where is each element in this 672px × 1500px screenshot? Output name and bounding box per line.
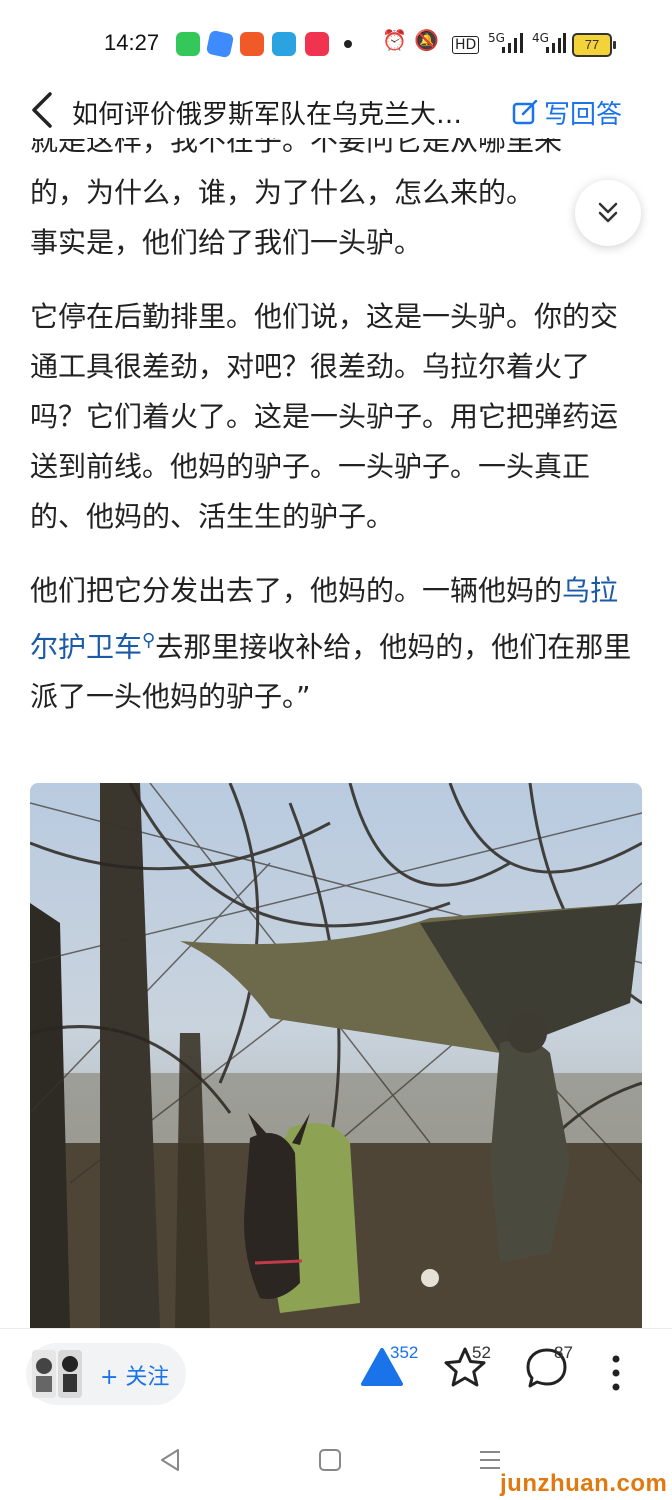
top-header: 如何评价俄罗斯军队在乌克兰大… 写回答 [0,88,672,138]
browser-icon [205,29,235,59]
upvote-count: 352 [390,1343,419,1362]
write-answer-button[interactable]: 写回答 [512,94,622,131]
video-app-icon [240,32,264,56]
favorite-count: 52 [472,1343,491,1362]
watermark-text: junzhuan.com [500,1470,668,1497]
mute-icon: 🔕 [414,28,439,52]
alarm-icon: ⏰ [382,28,407,52]
avatar[interactable] [58,1350,82,1398]
text-line: 的，为什么，谁，为了什么，怎么来的。 [30,176,535,209]
photo-illustration [30,783,642,1328]
follow-button[interactable]: + 关注 [100,1359,169,1391]
question-title[interactable]: 如何评价俄罗斯军队在乌克兰大… [72,94,492,131]
telegram-icon [272,32,296,56]
answer-body: 就是这样，我不在乎。不要问它是从哪里来 的，为什么，谁，为了什么，怎么来的。 事… [30,138,642,722]
music-app-icon [305,32,329,56]
write-answer-label: 写回答 [544,100,623,130]
author-follow-pill[interactable]: + 关注 [26,1343,186,1405]
status-bar: 14:27 ⏰ 🔕 HD 5G 4G 77 [0,0,672,88]
back-button[interactable] [26,88,62,132]
search-icon[interactable]: ⚲ [142,630,155,651]
clipped-line: 就是这样，我不在乎。不要问它是从哪里来 [30,138,563,157]
paragraph-3: 他们把它分发出去了，他妈的。一辆他妈的乌拉尔护卫车⚲去那里接收补给，他妈的，他们… [30,566,642,722]
nav-back-icon[interactable] [158,1448,182,1472]
double-chevron-down-icon [598,202,618,223]
status-time: 14:27 [104,30,160,55]
text-line: 事实是，他们给了我们一头驴。 [30,226,423,259]
bottom-action-bar: + 关注 352 52 87 [0,1328,672,1421]
paragraph-2: 它停在后勤排里。他们说，这是一头驴。你的交通工具很差劲，对吧？很差劲。乌拉尔着火… [30,300,619,533]
more-notifications-dot [344,40,352,48]
nav-home-icon[interactable] [318,1448,342,1472]
donkey-photo[interactable] [30,783,642,1328]
edit-icon [512,99,538,124]
signal-icon [502,33,523,53]
nav-recents-icon[interactable] [478,1448,502,1472]
hd-icon: HD [452,36,480,54]
more-vertical-icon [612,1355,620,1391]
paragraph-text: 他们把它分发出去了，他妈的。一辆他妈的 [30,574,563,607]
messages-app-icon [176,32,200,56]
battery-indicator: 77 [572,33,616,57]
comment-count: 87 [554,1343,573,1362]
paragraph-1: 就是这样，我不在乎。不要问它是从哪里来 的，为什么，谁，为了什么，怎么来的。 事… [30,138,642,268]
collapse-button[interactable] [575,180,641,246]
chevron-left-icon [32,92,52,128]
signal-icon-2 [546,33,566,53]
avatar[interactable] [32,1350,56,1398]
more-options-button[interactable] [606,1355,626,1395]
